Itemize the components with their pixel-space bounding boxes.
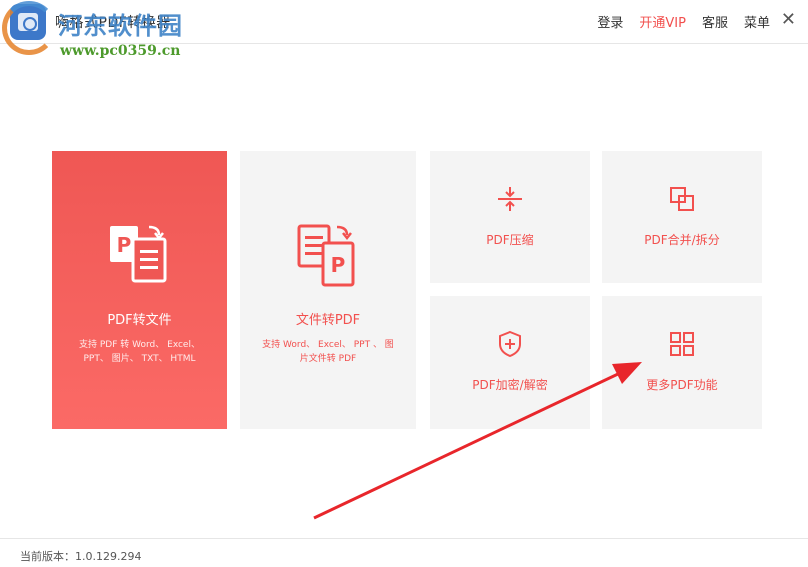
watermark-url: www.pc0359.cn [60,43,181,59]
file-to-pdf-desc: 支持 Word、 Excel、 PPT 、 图片文件转 PDF [262,340,394,364]
compress-icon [498,187,522,211]
top-nav: 登录 开通VIP 客服 菜单 [597,12,770,31]
watermark-logo [2,1,56,55]
pdf-merge-split-label: PDF合并/拆分 [644,233,720,247]
document-to-pdf-icon: P [297,224,355,287]
more-pdf-features-tile[interactable]: 更多PDF功能 [602,296,762,429]
grid-icon [670,332,694,356]
pdf-compress-label: PDF压缩 [486,233,534,247]
pdf-to-document-icon: P [109,225,166,283]
pdf-to-file-title: PDF转文件 [107,313,172,328]
version-label: 当前版本：1.0.129.294 [20,550,142,563]
file-to-pdf-tile[interactable]: P 文件转PDF 支持 Word、 Excel、 PPT 、 图片文件转 PDF [240,151,416,429]
shield-plus-icon [499,330,521,358]
svg-text:P: P [331,253,346,277]
watermark-name: 河东软件园 [58,11,183,40]
pdf-encrypt-tile[interactable]: PDF加密/解密 [430,296,590,429]
login-link[interactable]: 登录 [597,12,623,31]
menu-link[interactable]: 菜单 [744,12,770,31]
pdf-merge-split-tile[interactable]: PDF合并/拆分 [602,151,762,283]
pdf-encrypt-label: PDF加密/解密 [472,378,548,392]
status-bar: 当前版本：1.0.129.294 [0,538,808,567]
pdf-to-file-tile[interactable]: P PDF转文件 支持 PDF 转 Word、 Excel、 PPT、 图片、 … [52,151,227,429]
file-to-pdf-title: 文件转PDF [295,313,361,328]
pdf-to-file-desc: 支持 PDF 转 Word、 Excel、 PPT、 图片、 TXT、 HTML [79,340,200,364]
merge-split-icon [670,187,694,211]
close-icon[interactable]: ✕ [781,9,796,30]
more-pdf-features-label: 更多PDF功能 [646,378,718,392]
pdf-compress-tile[interactable]: PDF压缩 [430,151,590,283]
svg-text:P: P [116,233,131,257]
open-vip-link[interactable]: 开通VIP [639,12,686,31]
customer-service-link[interactable]: 客服 [702,12,728,31]
